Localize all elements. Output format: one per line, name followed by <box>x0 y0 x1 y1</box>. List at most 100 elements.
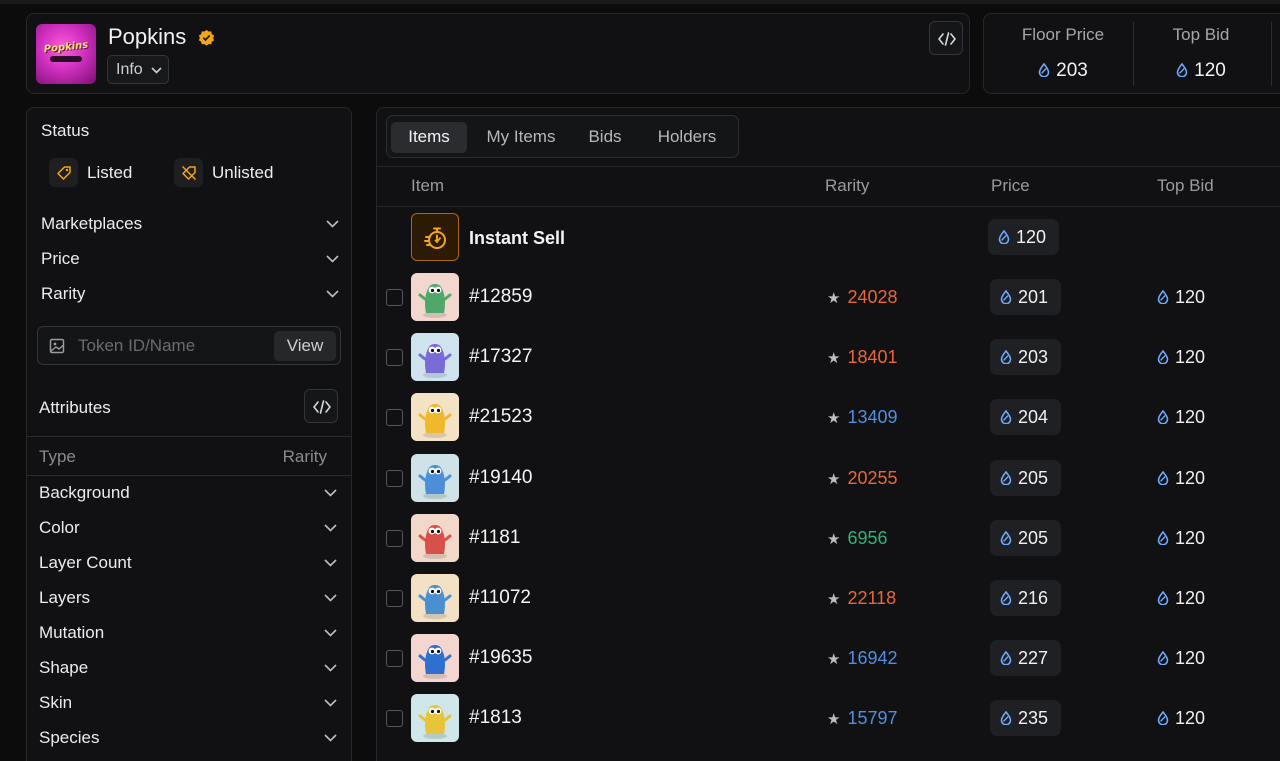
item-name[interactable]: #17327 <box>469 346 532 368</box>
item-row[interactable]: #1813 ★ 15797 235 120 <box>377 690 1280 750</box>
item-checkbox[interactable] <box>386 409 403 427</box>
item-checkbox[interactable] <box>386 590 403 607</box>
filter-rarity[interactable]: Rarity <box>41 279 339 309</box>
item-checkbox[interactable] <box>386 289 403 306</box>
item-thumbnail[interactable] <box>411 333 459 382</box>
creature-image <box>411 634 459 683</box>
drop-icon <box>1038 62 1050 78</box>
item-thumbnail[interactable] <box>411 273 459 321</box>
item-price[interactable]: 205 <box>990 519 1061 556</box>
embed-code-button[interactable] <box>929 21 963 55</box>
attribute-filter-layers[interactable]: Layers <box>39 583 337 613</box>
instant-sell-icon-box <box>411 213 459 261</box>
item-checkbox[interactable] <box>386 529 403 547</box>
attribute-filter-species[interactable]: Species <box>39 723 337 753</box>
tab-my-items[interactable]: My Items <box>473 122 569 153</box>
instant-sell-price[interactable]: 120 <box>988 219 1059 255</box>
item-row[interactable]: #1181 ★ 6956 205 120 <box>377 510 1280 570</box>
attribute-filter-mutation[interactable]: Mutation <box>39 618 337 648</box>
tab-items[interactable]: Items <box>391 122 467 153</box>
tab-holders[interactable]: Holders <box>641 122 733 153</box>
column-price[interactable]: Price <box>991 176 1030 196</box>
item-name[interactable]: #19140 <box>469 467 532 489</box>
attr-rarity-header: Rarity <box>282 447 327 466</box>
filter-sidebar: Status Listed Unlisted Marketplaces Pric… <box>26 107 352 761</box>
item-thumbnail[interactable] <box>411 694 459 743</box>
item-checkbox[interactable] <box>386 710 403 728</box>
item-rarity: ★ 24028 <box>827 287 898 308</box>
drop-icon <box>1000 590 1012 606</box>
top-bid-value: 120 <box>1175 347 1206 368</box>
attribute-filter-shape[interactable]: Shape <box>39 653 337 683</box>
attributes-title: Attributes <box>39 398 111 417</box>
item-price[interactable]: 203 <box>990 339 1061 376</box>
column-rarity[interactable]: Rarity <box>825 176 869 196</box>
attributes-code-button[interactable] <box>304 389 338 423</box>
item-name[interactable]: #11072 <box>469 587 531 609</box>
instant-sell-row[interactable]: Instant Sell 120 <box>377 209 1280 269</box>
chevron-down-icon <box>326 255 339 263</box>
item-price[interactable]: 235 <box>990 700 1061 737</box>
code-icon <box>938 32 956 46</box>
item-row[interactable]: #11072 ★ 22118 216 120 <box>377 570 1280 630</box>
attribute-filter-color[interactable]: Color <box>39 513 337 543</box>
item-checkbox[interactable] <box>386 469 403 487</box>
rarity-rank: 22118 <box>847 588 897 608</box>
item-price[interactable]: 216 <box>990 580 1061 616</box>
column-item[interactable]: Item <box>411 176 444 196</box>
item-row[interactable]: #19140 ★ 20255 205 120 <box>377 450 1280 510</box>
collection-logo[interactable]: Popkins <box>36 24 96 84</box>
item-name[interactable]: #1181 <box>469 527 520 549</box>
item-thumbnail[interactable] <box>411 634 459 683</box>
tag-off-icon <box>181 165 197 181</box>
item-row[interactable]: #21523 ★ 13409 204 120 <box>377 389 1280 449</box>
item-price[interactable]: 205 <box>990 459 1061 496</box>
floor-price-label: Floor Price <box>1021 25 1105 44</box>
column-top-bid[interactable]: Top Bid <box>1157 176 1214 196</box>
item-row[interactable]: #17327 ★ 18401 203 120 <box>377 329 1280 389</box>
status-unlisted-label: Unlisted <box>212 163 274 182</box>
view-button[interactable]: View <box>274 331 336 361</box>
item-checkbox[interactable] <box>386 650 403 668</box>
item-name[interactable]: #19635 <box>469 647 532 669</box>
item-top-bid: 120 <box>1157 287 1205 308</box>
item-checkbox[interactable] <box>386 349 403 367</box>
filter-price[interactable]: Price <box>41 244 339 274</box>
item-name[interactable]: #21523 <box>469 406 532 428</box>
item-thumbnail[interactable] <box>411 574 459 622</box>
item-thumbnail[interactable] <box>411 393 459 442</box>
info-dropdown[interactable]: Info <box>107 55 169 84</box>
chevron-down-icon <box>151 67 162 74</box>
chevron-down-icon <box>324 699 337 707</box>
item-thumbnail[interactable] <box>411 513 459 562</box>
tab-bids[interactable]: Bids <box>575 122 635 153</box>
item-row[interactable]: #19635 ★ 16942 227 120 <box>377 630 1280 690</box>
filter-marketplaces[interactable]: Marketplaces <box>41 209 339 239</box>
drop-icon <box>1157 470 1169 486</box>
item-row[interactable]: #12859 ★ 24028 201 120 <box>377 269 1280 329</box>
item-price[interactable]: 204 <box>990 399 1061 436</box>
attribute-label: Shape <box>39 658 89 677</box>
attribute-filter-skin[interactable]: Skin <box>39 688 337 718</box>
item-name[interactable]: #12859 <box>469 286 532 308</box>
item-price[interactable]: 201 <box>990 279 1061 315</box>
attribute-label: Background <box>39 483 130 502</box>
item-price[interactable]: 227 <box>990 640 1061 677</box>
status-listed-label: Listed <box>87 163 133 182</box>
item-name[interactable]: #1813 <box>469 707 522 729</box>
attribute-filter-background[interactable]: Background <box>39 478 337 508</box>
top-bid-value: 120 <box>1175 407 1206 428</box>
item-thumbnail[interactable] <box>411 453 459 502</box>
attribute-filter-layer-count[interactable]: Layer Count <box>39 548 337 578</box>
status-unlisted[interactable]: Unlisted <box>174 158 304 188</box>
drop-icon <box>1157 410 1169 425</box>
drop-icon <box>1157 590 1169 606</box>
token-search-input[interactable] <box>78 333 268 359</box>
token-search: View <box>37 326 341 365</box>
chevron-down-icon <box>324 524 337 532</box>
attribute-label: Mutation <box>39 623 105 642</box>
status-listed[interactable]: Listed <box>49 158 159 188</box>
rarity-rank: 20255 <box>847 467 898 488</box>
chevron-down-icon <box>324 664 337 672</box>
top-bid-value: 120 <box>1175 287 1206 307</box>
